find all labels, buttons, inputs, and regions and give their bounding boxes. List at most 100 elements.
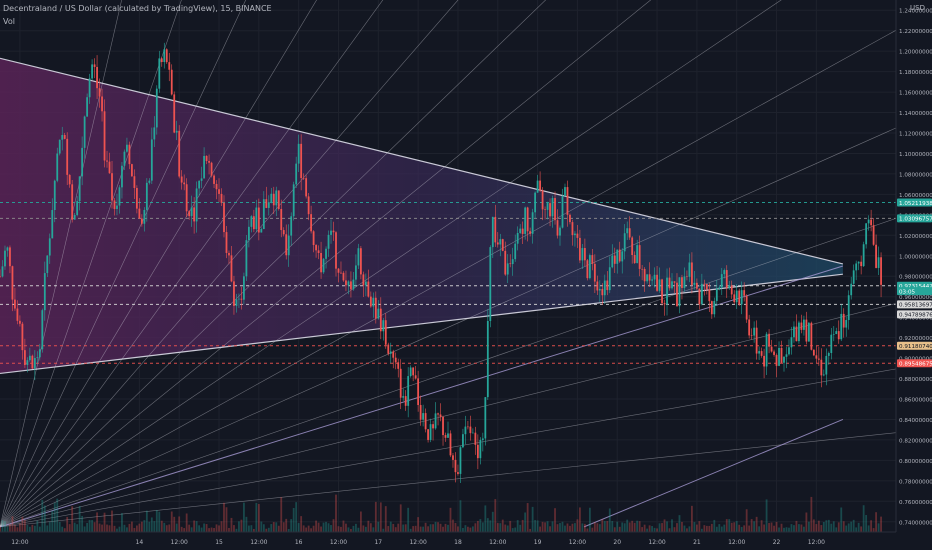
candle-body bbox=[384, 320, 387, 345]
candle-body bbox=[708, 289, 711, 302]
candle-body bbox=[188, 211, 191, 217]
time-tick-label: 12:00 bbox=[171, 539, 188, 546]
volume-bar bbox=[123, 524, 126, 532]
candle-body bbox=[641, 268, 644, 270]
volume-bar bbox=[556, 524, 559, 532]
candle-body bbox=[601, 288, 604, 296]
candle-body bbox=[434, 413, 437, 429]
volume-bar bbox=[280, 497, 283, 532]
candle-body bbox=[668, 277, 671, 289]
volume-bar bbox=[31, 524, 34, 532]
candle-body bbox=[14, 299, 16, 309]
candle-body bbox=[514, 243, 517, 260]
volume-indicator-label[interactable]: Vol bbox=[3, 17, 15, 26]
price-label-text: 0.94789876 bbox=[899, 313, 932, 319]
candle-body bbox=[56, 153, 59, 181]
candle-body bbox=[238, 298, 240, 300]
candle-body bbox=[539, 180, 541, 191]
candle-body bbox=[422, 413, 425, 420]
volume-bar bbox=[661, 523, 663, 532]
price-axis[interactable]: 1.240000001.220000001.200000001.18000000… bbox=[895, 0, 932, 550]
volume-bar bbox=[96, 512, 98, 532]
candle-body bbox=[768, 333, 770, 347]
candle-body bbox=[795, 326, 798, 342]
candle-body bbox=[374, 297, 377, 319]
candle-body bbox=[210, 162, 213, 176]
volume-bar bbox=[860, 526, 863, 532]
candle-body bbox=[566, 187, 569, 215]
volume-bar bbox=[847, 523, 850, 532]
candle-body bbox=[703, 283, 706, 285]
candle-body bbox=[588, 255, 591, 279]
volume-bar bbox=[178, 516, 181, 532]
candle-body bbox=[66, 138, 69, 175]
candle-body bbox=[559, 227, 561, 236]
candle-body bbox=[474, 432, 477, 445]
candle-body bbox=[228, 252, 230, 256]
candle-body bbox=[855, 263, 858, 271]
volume-bar bbox=[807, 521, 810, 532]
volume-bar bbox=[270, 524, 273, 532]
candle-body bbox=[842, 313, 845, 328]
candle-body bbox=[178, 130, 181, 177]
candle-body bbox=[332, 230, 335, 233]
volume-bar bbox=[636, 520, 639, 532]
candle-body bbox=[325, 248, 327, 259]
candle-body bbox=[755, 327, 758, 354]
candle-body bbox=[733, 294, 736, 303]
candle-body bbox=[556, 220, 559, 236]
volume-bar bbox=[238, 521, 240, 532]
volume-bar bbox=[666, 521, 668, 532]
candle-body bbox=[113, 200, 116, 209]
candle-body bbox=[36, 357, 39, 359]
price-label-text: 0.89548675 bbox=[899, 361, 932, 367]
time-tick-label: 16 bbox=[295, 539, 303, 546]
candle-body bbox=[250, 216, 253, 227]
chart-title[interactable]: Decentraland / US Dollar (calculated by … bbox=[3, 4, 272, 13]
candle-body bbox=[748, 319, 751, 336]
volume-bar bbox=[539, 526, 541, 532]
volume-bar bbox=[790, 524, 793, 532]
volume-bar bbox=[735, 520, 738, 532]
volume-bar bbox=[683, 525, 686, 532]
volume-bar bbox=[4, 521, 6, 532]
volume-bar bbox=[586, 528, 589, 532]
volume-bar bbox=[633, 522, 636, 532]
candle-body bbox=[73, 215, 76, 220]
volume-bar bbox=[531, 506, 534, 532]
candle-body bbox=[651, 279, 653, 281]
volume-bar bbox=[541, 521, 544, 532]
candle-body bbox=[865, 223, 868, 245]
volume-bar bbox=[243, 502, 245, 532]
volume-bar bbox=[180, 526, 183, 532]
time-tick-label: 12:00 bbox=[569, 539, 586, 546]
volume-bar bbox=[205, 524, 208, 532]
volume-bar bbox=[668, 528, 671, 532]
candle-body bbox=[4, 250, 6, 267]
candle-body bbox=[648, 274, 651, 281]
candle-body bbox=[404, 396, 407, 406]
price-chart[interactable]: 1.240000001.220000001.200000001.18000000… bbox=[0, 0, 932, 550]
volume-bar bbox=[484, 505, 487, 532]
candle-body bbox=[653, 274, 656, 280]
volume-bar bbox=[496, 523, 499, 532]
volume-bar bbox=[855, 527, 858, 532]
volume-bar bbox=[526, 503, 529, 532]
volume-bar bbox=[521, 519, 524, 532]
volume-bar bbox=[663, 519, 666, 532]
volume-bar bbox=[325, 521, 327, 532]
volume-bar bbox=[165, 525, 168, 532]
candle-body bbox=[88, 78, 91, 98]
candle-body bbox=[148, 180, 151, 183]
volume-bar bbox=[195, 521, 198, 532]
candle-body bbox=[780, 347, 783, 363]
candle-body bbox=[793, 326, 795, 338]
volume-bar bbox=[803, 526, 805, 532]
candle-body bbox=[247, 226, 250, 241]
candle-body bbox=[511, 259, 514, 265]
candle-body bbox=[583, 248, 586, 261]
volume-bar bbox=[608, 508, 611, 532]
candle-body bbox=[870, 219, 873, 226]
candle-body bbox=[195, 188, 198, 222]
candle-body bbox=[28, 355, 31, 361]
